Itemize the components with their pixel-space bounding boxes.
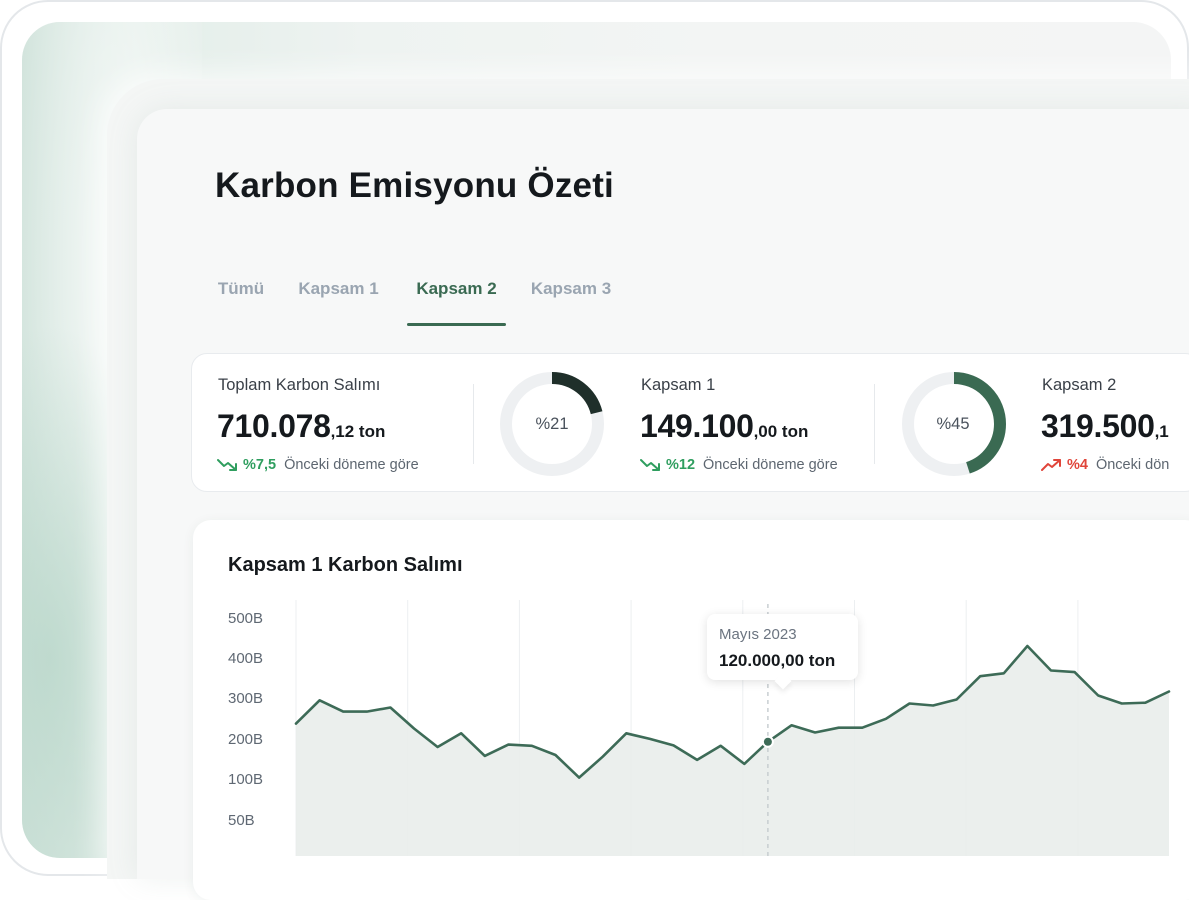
line-chart	[294, 600, 1171, 856]
chart-tooltip: Mayıs 2023 120.000,00 ton	[707, 614, 858, 680]
highlight-point	[763, 737, 772, 746]
tooltip-date: Mayıs 2023	[719, 626, 797, 643]
tooltip-value: 120.000,00 ton	[719, 651, 836, 670]
